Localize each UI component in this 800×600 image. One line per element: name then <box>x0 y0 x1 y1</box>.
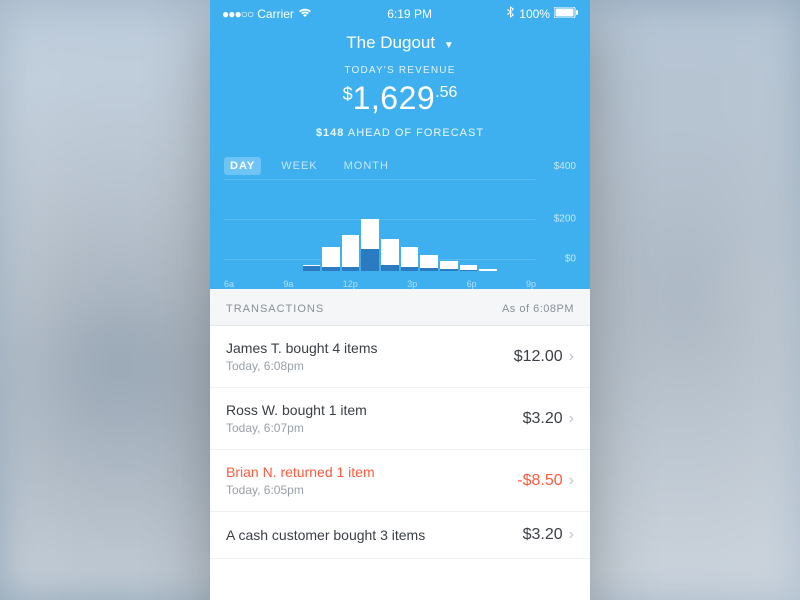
transaction-time: Today, 6:05pm <box>226 483 375 497</box>
tab-month[interactable]: MONTH <box>338 157 395 175</box>
transaction-title: Ross W. bought 1 item <box>226 402 367 418</box>
transaction-amount: $12.00 <box>514 348 563 366</box>
transaction-amount: $3.20 <box>523 526 563 544</box>
status-left: ●●●○○ Carrier <box>222 7 312 21</box>
store-title: The Dugout <box>346 33 435 52</box>
transaction-row[interactable]: James T. bought 4 items Today, 6:08pm $12.… <box>210 326 590 388</box>
transaction-time: Today, 6:08pm <box>226 359 377 373</box>
chart-bar <box>440 261 458 271</box>
status-time: 6:19 PM <box>387 7 432 21</box>
chart-bar <box>381 239 399 271</box>
transaction-right: -$8.50 › <box>517 472 574 490</box>
amount-cents: .56 <box>435 84 457 101</box>
transaction-title: A cash customer bought 3 items <box>226 527 425 543</box>
y-tick-mid: $200 <box>554 214 576 225</box>
chart-bar <box>420 255 438 271</box>
tab-day[interactable]: DAY <box>224 157 261 175</box>
carrier-label: Carrier <box>257 7 294 21</box>
signal-dots-icon: ●●●○○ <box>222 7 253 21</box>
chevron-down-icon: ▼ <box>444 40 454 51</box>
transactions-section: TRANSACTIONS As of 6:08PM James T. bough… <box>210 289 590 559</box>
transaction-amount: -$8.50 <box>517 472 562 490</box>
phone-frame: ●●●○○ Carrier 6:19 PM 100% The Dugout ▼ <box>210 0 590 600</box>
chart-x-axis: 6a 9a 12p 3p 6p 9p <box>224 279 536 289</box>
transactions-heading: TRANSACTIONS <box>226 303 324 315</box>
transaction-info: Brian N. returned 1 item Today, 6:05pm <box>226 464 375 497</box>
x-tick: 9p <box>526 279 536 289</box>
x-tick: 12p <box>343 279 358 289</box>
transaction-row[interactable]: Ross W. bought 1 item Today, 6:07pm $3.20 › <box>210 388 590 450</box>
wifi-icon <box>298 7 312 21</box>
currency-symbol: $ <box>343 84 353 104</box>
transaction-right: $12.00 › <box>514 348 574 366</box>
x-tick: 3p <box>407 279 417 289</box>
y-tick-bottom: $0 <box>565 254 576 265</box>
tab-week[interactable]: WEEK <box>275 157 323 175</box>
transactions-list: James T. bought 4 items Today, 6:08pm $12.… <box>210 326 590 559</box>
x-tick: 6a <box>224 279 234 289</box>
battery-icon <box>554 7 578 21</box>
chart-bar <box>342 235 360 271</box>
store-selector[interactable]: The Dugout ▼ <box>210 25 590 59</box>
range-tabs: DAY WEEK MONTH <box>224 157 395 175</box>
chevron-right-icon: › <box>569 348 574 366</box>
chart-controls: DAY WEEK MONTH $400 <box>210 157 590 179</box>
header: ●●●○○ Carrier 6:19 PM 100% The Dugout ▼ <box>210 0 590 289</box>
status-bar: ●●●○○ Carrier 6:19 PM 100% <box>210 0 590 25</box>
y-tick-top: $400 <box>554 161 576 172</box>
transaction-title: James T. bought 4 items <box>226 340 377 356</box>
transaction-title: Brian N. returned 1 item <box>226 464 375 480</box>
transaction-right: $3.20 › <box>523 410 574 428</box>
revenue-amount: $1,629.56 <box>210 78 590 119</box>
chart-bars <box>224 191 536 271</box>
chevron-right-icon: › <box>569 472 574 490</box>
chart-bar <box>460 265 478 271</box>
bluetooth-icon <box>507 6 515 21</box>
transaction-info: Ross W. bought 1 item Today, 6:07pm <box>226 402 367 435</box>
transaction-amount: $3.20 <box>523 410 563 428</box>
transaction-right: $3.20 › <box>523 526 574 544</box>
forecast-text: AHEAD OF FORECAST <box>348 127 484 139</box>
x-tick: 9a <box>283 279 293 289</box>
transaction-info: James T. bought 4 items Today, 6:08pm <box>226 340 377 373</box>
forecast-line: $148 AHEAD OF FORECAST <box>210 119 590 157</box>
transaction-time: Today, 6:07pm <box>226 421 367 435</box>
revenue-chart: $200 $0 6a 9a 12p 3p 6p 9p <box>224 179 576 289</box>
transaction-row[interactable]: Brian N. returned 1 item Today, 6:05pm -$8… <box>210 450 590 512</box>
chart-bar <box>361 219 379 271</box>
status-right: 100% <box>507 6 578 21</box>
transaction-info: A cash customer bought 3 items <box>226 527 425 543</box>
chart-bar <box>303 265 321 271</box>
chart-bar <box>479 269 497 271</box>
amount-major: 1,629 <box>353 80 436 116</box>
x-tick: 6p <box>467 279 477 289</box>
transactions-header: TRANSACTIONS As of 6:08PM <box>210 289 590 326</box>
chevron-right-icon: › <box>569 410 574 428</box>
chevron-right-icon: › <box>569 526 574 544</box>
revenue-label: TODAY'S REVENUE <box>210 59 590 78</box>
chart-bar <box>401 247 419 271</box>
forecast-amount: $148 <box>316 127 344 139</box>
transaction-row[interactable]: A cash customer bought 3 items $3.20 › <box>210 512 590 559</box>
battery-pct: 100% <box>519 7 550 21</box>
chart-bar <box>322 247 340 271</box>
transactions-asof: As of 6:08PM <box>502 303 574 315</box>
